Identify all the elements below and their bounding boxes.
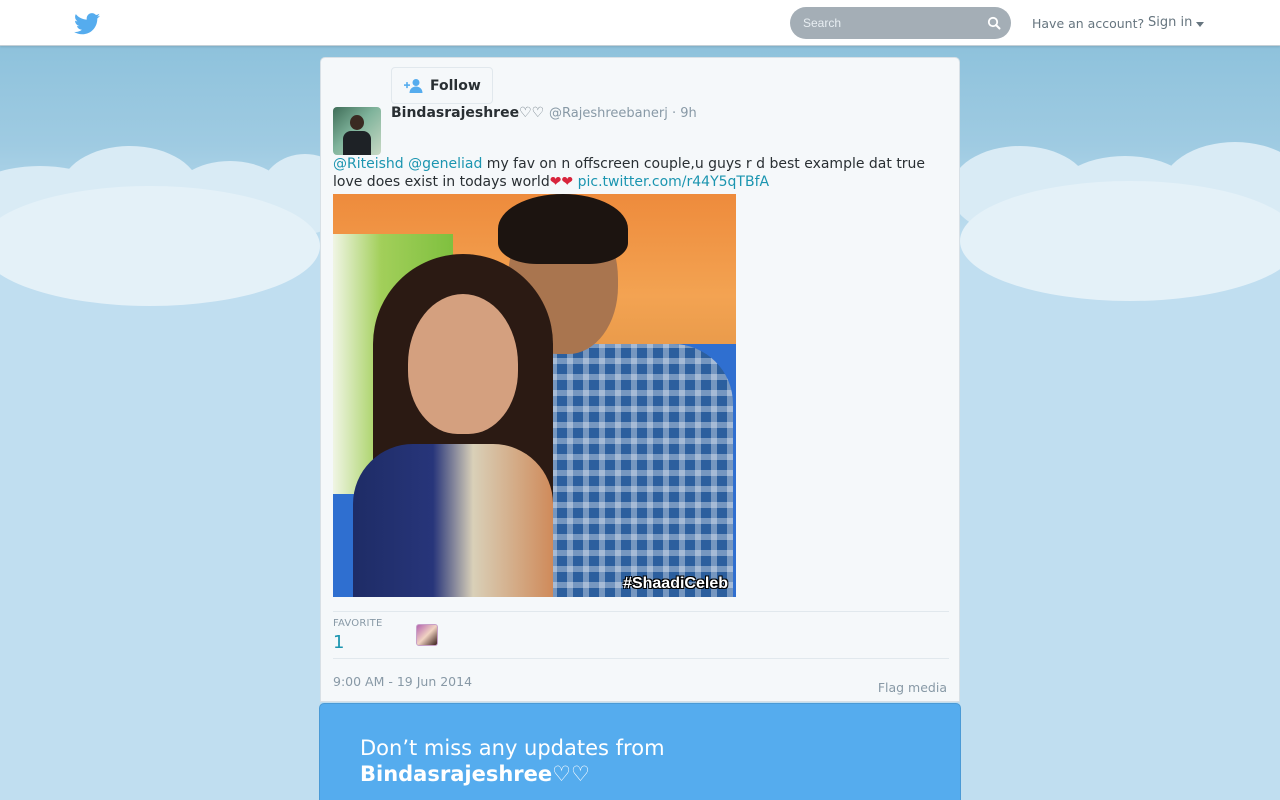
author-name-hearts: ♡♡: [519, 105, 545, 121]
have-account-text: Have an account?: [1032, 16, 1145, 31]
time-ago: · 9h: [671, 106, 697, 121]
author-name-text: Bindasrajeshree: [391, 105, 520, 121]
twitter-bird-icon[interactable]: [74, 13, 100, 35]
top-bar: Search Have an account? Sign in: [0, 0, 1280, 46]
divider: [333, 658, 949, 659]
photo-figure: [408, 294, 518, 434]
favorite-label: FAVORITE: [333, 618, 383, 629]
photo-figure: [353, 444, 553, 597]
tweet-text: @Riteishd @geneliad my fav on n offscree…: [333, 155, 953, 191]
search-box[interactable]: Search: [790, 7, 1011, 39]
search-input[interactable]: Search: [803, 16, 841, 30]
sign-in-link[interactable]: Sign in: [1148, 15, 1192, 30]
banner-name-hearts: ♡♡: [552, 762, 590, 786]
divider: [333, 611, 949, 612]
heart-emoji: ❤❤: [549, 174, 574, 190]
chevron-down-icon[interactable]: [1196, 22, 1204, 27]
mention-link[interactable]: @Riteishd: [333, 156, 404, 172]
tweet-timestamp: 9:00 AM - 19 Jun 2014: [333, 674, 473, 689]
signup-banner: Don’t miss any updates from Bindasrajesh…: [319, 703, 961, 800]
flag-media-link[interactable]: Flag media: [878, 680, 947, 695]
handle-text: @Rajeshreebanerj: [549, 106, 668, 121]
tweet-card: Follow Bindasrajeshree♡♡ @Rajeshreebaner…: [320, 57, 960, 702]
cloud: [960, 181, 1280, 301]
banner-name-text: Bindasrajeshree: [360, 762, 553, 786]
mention-link[interactable]: @geneliad: [408, 156, 482, 172]
search-icon[interactable]: [987, 16, 1001, 30]
photo-figure: [498, 194, 628, 264]
favorite-count[interactable]: 1: [333, 632, 344, 653]
banner-title: Don’t miss any updates from: [360, 736, 665, 760]
author-name[interactable]: Bindasrajeshree♡♡: [391, 105, 544, 121]
favoriter-avatar[interactable]: [416, 624, 438, 646]
banner-name: Bindasrajeshree♡♡: [360, 762, 590, 786]
follow-button[interactable]: Follow: [391, 67, 493, 104]
photo-hashtag: #ShaadiCeleb: [623, 575, 728, 592]
tweet-photo[interactable]: #ShaadiCeleb: [333, 194, 736, 597]
cloud: [0, 186, 320, 306]
avatar-body: [343, 131, 371, 155]
pic-link[interactable]: pic.twitter.com/r44Y5qTBfA: [578, 174, 769, 190]
follow-label: Follow: [430, 78, 481, 94]
author-handle[interactable]: @Rajeshreebanerj · 9h: [549, 106, 697, 121]
avatar-head: [350, 115, 364, 130]
add-user-icon: [404, 79, 423, 93]
avatar[interactable]: [333, 107, 381, 155]
